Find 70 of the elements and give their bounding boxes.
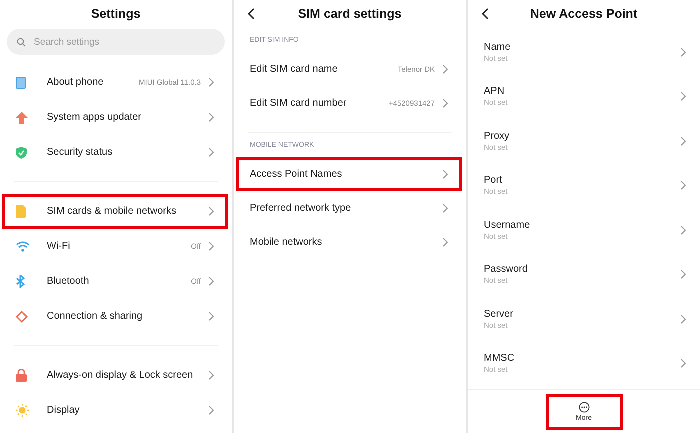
chevron-icon [443,238,448,246]
settings-item[interactable]: System apps updater [2,100,228,135]
settings-item[interactable]: Security status [2,135,228,170]
chevron-icon [209,277,214,286]
item-label: Connection & sharing [47,311,144,322]
chevron-icon [681,181,686,190]
item-label: Edit SIM card name [250,64,339,74]
chevron-icon [681,226,686,235]
item-label: Preferred network type [250,202,352,214]
sim-card-icon [16,205,26,218]
chevron-icon [209,78,214,87]
item-label: Security status [47,147,114,158]
chevron-icon [681,314,686,324]
settings-item[interactable]: SIM cards & mobile networks [2,194,228,229]
item-label: Always-on display & Lock screen [47,370,194,381]
screen-title: Settings [91,7,141,21]
item-label: SIM cards & mobile networks [47,206,178,217]
field-label: APN [484,86,506,98]
item-label: About phone [47,77,105,88]
settings-item[interactable]: Always-on display & Lock screen [2,358,228,393]
back-button[interactable] [246,7,257,21]
back-button[interactable] [480,7,491,21]
bluetooth-icon [16,275,25,288]
item-label: Edit SIM card number [250,98,348,108]
phone-icon [16,76,26,88]
chevron-icon [209,242,214,251]
item-label: Access Point Names [250,168,344,180]
screen-title: New Access Point [530,7,638,21]
chevron-icon [681,92,686,102]
chevron-icon [443,98,448,108]
settings-item[interactable]: Display [2,393,228,428]
field-label: Server [484,308,514,320]
chevron-icon [209,148,214,157]
chevron-icon [681,136,686,146]
chevron-icon [209,207,214,216]
field-label: Password [484,264,529,276]
chevron-icon [443,204,448,212]
item-label: System apps updater [47,112,142,123]
chevron-icon [209,312,214,321]
field-label: Name [484,42,512,53]
item-label: Mobile networks [250,236,324,248]
chevron-icon [443,64,448,74]
settings-item[interactable]: Preferred network type [236,191,462,225]
chevron-icon [209,406,214,415]
shield-icon [16,146,27,158]
chevron-icon [209,113,214,122]
chevron-icon [681,359,686,368]
search-field[interactable]: Search settings [7,29,225,55]
settings-item[interactable]: Mobile networks [236,225,462,259]
wifi-icon [16,241,30,252]
chevron-icon [209,371,214,380]
settings-item[interactable]: Connection & sharing [2,299,228,334]
item-label: Bluetooth [47,276,90,287]
arrow-up-icon [16,112,28,124]
more-icon [578,402,590,413]
connection-icon [16,310,29,322]
search-icon [17,38,26,46]
screen-title: SIM card settings [298,7,402,21]
chevron-icon [681,48,686,57]
settings-item[interactable]: Access Point Names [236,157,462,191]
item-label: Display [47,405,81,416]
sun-icon [16,404,29,417]
lock-icon [16,369,27,382]
chevron-icon [681,270,686,280]
field-label: Port [484,175,504,186]
field-label: Proxy [484,130,511,142]
field-label: Username [484,220,532,231]
chevron-icon [443,170,448,178]
field-label: MMSC [484,353,516,364]
item-label: Wi-Fi [47,241,72,252]
